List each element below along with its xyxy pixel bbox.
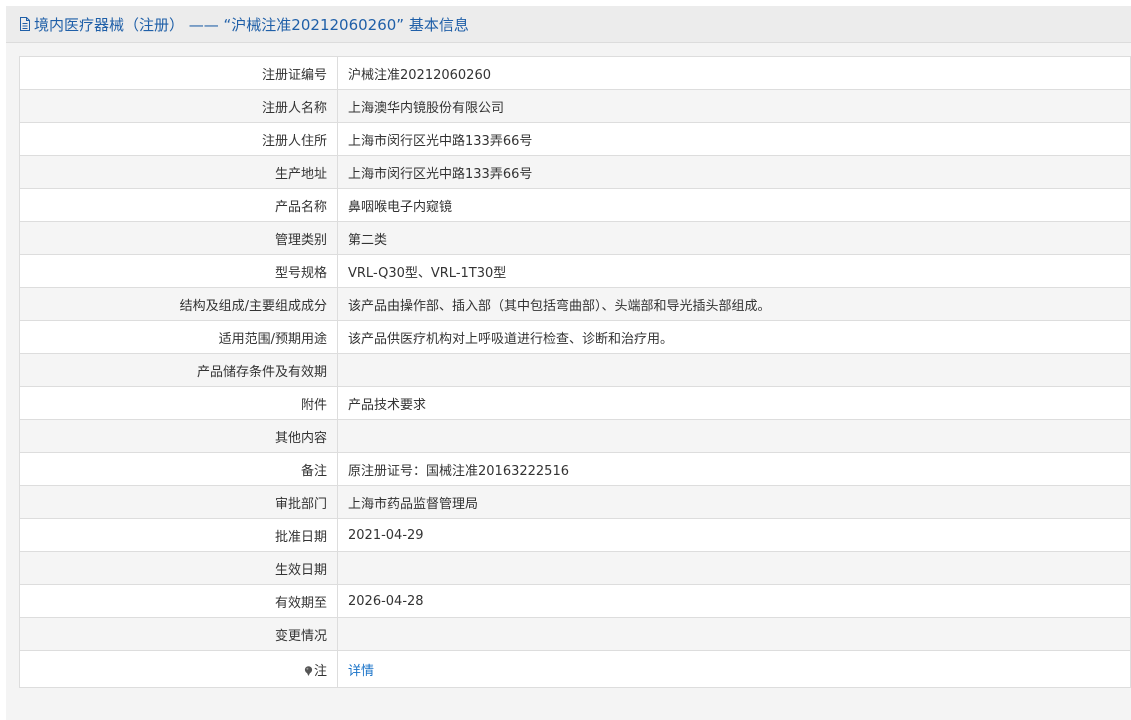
field-label: 变更情况 <box>19 617 338 651</box>
table-row: 产品名称 鼻咽喉电子内窥镜 <box>19 188 1131 222</box>
field-value <box>337 419 1131 453</box>
field-label: 型号规格 <box>19 254 338 288</box>
field-label: 产品储存条件及有效期 <box>19 353 338 387</box>
field-value: 上海市药品监督管理局 <box>337 485 1131 519</box>
pin-icon <box>304 665 313 676</box>
table-row: 管理类别 第二类 <box>19 221 1131 255</box>
table-row: 注册证编号 沪械注准20212060260 <box>19 56 1131 90</box>
table-row: 生产地址 上海市闵行区光中路133弄66号 <box>19 155 1131 189</box>
table-row: 适用范围/预期用途 该产品供医疗机构对上呼吸道进行检查、诊断和治疗用。 <box>19 320 1131 354</box>
info-panel: 注册证编号 沪械注准20212060260 注册人名称 上海澳华内镜股份有限公司 注册人… <box>6 43 1131 720</box>
field-label: 备注 <box>19 452 338 486</box>
field-value: 第二类 <box>337 221 1131 255</box>
note-row: 注 详情 <box>19 650 1131 688</box>
info-table-body: 注册证编号 沪械注准20212060260 注册人名称 上海澳华内镜股份有限公司 注册人… <box>19 56 1131 688</box>
field-value <box>337 353 1131 387</box>
field-label: 生产地址 <box>19 155 338 189</box>
field-value: 上海市闵行区光中路133弄66号 <box>337 122 1131 156</box>
table-row: 附件 产品技术要求 <box>19 386 1131 420</box>
page: 境内医疗器械（注册） —— “沪械注准20212060260” 基本信息 注册证… <box>0 0 1131 720</box>
info-table: 注册证编号 沪械注准20212060260 注册人名称 上海澳华内镜股份有限公司 注册人… <box>19 56 1131 688</box>
table-row: 备注 原注册证号：国械注准20163222516 <box>19 452 1131 486</box>
field-label: 生效日期 <box>19 551 338 585</box>
note-label: 注 <box>313 663 327 679</box>
field-label: 附件 <box>19 386 338 420</box>
field-value: 鼻咽喉电子内窥镜 <box>337 188 1131 222</box>
page-header: 境内医疗器械（注册） —— “沪械注准20212060260” 基本信息 <box>6 6 1131 43</box>
table-row: 注册人名称 上海澳华内镜股份有限公司 <box>19 89 1131 123</box>
table-row: 变更情况 <box>19 617 1131 651</box>
table-row: 其他内容 <box>19 419 1131 453</box>
table-row: 生效日期 <box>19 551 1131 585</box>
document-icon <box>19 17 31 31</box>
field-value <box>337 617 1131 651</box>
field-value: 2021-04-29 <box>337 518 1131 552</box>
table-row: 产品储存条件及有效期 <box>19 353 1131 387</box>
table-row: 结构及组成/主要组成成分 该产品由操作部、插入部（其中包括弯曲部）、头端部和导光插… <box>19 287 1131 321</box>
field-label: 注册人住所 <box>19 122 338 156</box>
field-value: 2026-04-28 <box>337 584 1131 618</box>
table-row: 批准日期 2021-04-29 <box>19 518 1131 552</box>
field-value <box>337 551 1131 585</box>
page-title: 境内医疗器械（注册） —— “沪械注准20212060260” 基本信息 <box>34 15 469 34</box>
field-value: 产品技术要求 <box>337 386 1131 420</box>
table-row: 审批部门 上海市药品监督管理局 <box>19 485 1131 519</box>
field-label: 注册人名称 <box>19 89 338 123</box>
table-row: 注册人住所 上海市闵行区光中路133弄66号 <box>19 122 1131 156</box>
table-row: 有效期至 2026-04-28 <box>19 584 1131 618</box>
note-label-cell: 注 <box>19 650 338 688</box>
note-value-cell: 详情 <box>337 650 1131 688</box>
field-label: 有效期至 <box>19 584 338 618</box>
field-label: 审批部门 <box>19 485 338 519</box>
field-label: 结构及组成/主要组成成分 <box>19 287 338 321</box>
field-value: 沪械注准20212060260 <box>337 56 1131 90</box>
field-label: 适用范围/预期用途 <box>19 320 338 354</box>
field-label: 其他内容 <box>19 419 338 453</box>
details-link[interactable]: 详情 <box>348 664 374 679</box>
field-value: 上海市闵行区光中路133弄66号 <box>337 155 1131 189</box>
field-value: 该产品由操作部、插入部（其中包括弯曲部）、头端部和导光插头部组成。 <box>337 287 1131 321</box>
field-label: 产品名称 <box>19 188 338 222</box>
field-label: 注册证编号 <box>19 56 338 90</box>
table-row: 型号规格 VRL-Q30型、VRL-1T30型 <box>19 254 1131 288</box>
field-value: VRL-Q30型、VRL-1T30型 <box>337 254 1131 288</box>
field-label: 管理类别 <box>19 221 338 255</box>
field-label: 批准日期 <box>19 518 338 552</box>
field-value: 该产品供医疗机构对上呼吸道进行检查、诊断和治疗用。 <box>337 320 1131 354</box>
field-value: 上海澳华内镜股份有限公司 <box>337 89 1131 123</box>
field-value: 原注册证号：国械注准20163222516 <box>337 452 1131 486</box>
